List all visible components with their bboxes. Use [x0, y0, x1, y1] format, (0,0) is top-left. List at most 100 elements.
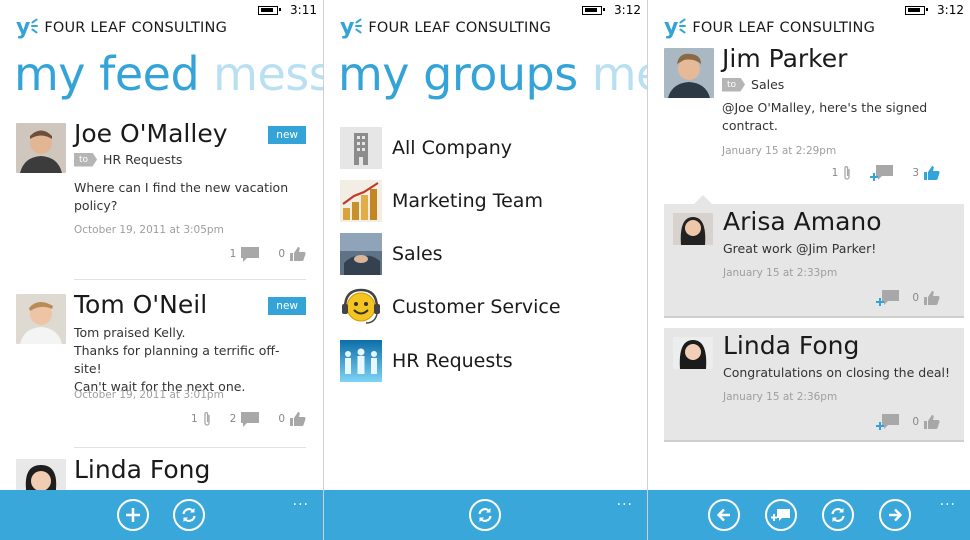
status-time: 3:12 — [937, 3, 964, 17]
add-icon — [126, 508, 140, 522]
battery-icon — [905, 5, 929, 15]
battery-icon — [582, 5, 606, 15]
more-menu-button[interactable]: ... — [940, 493, 956, 509]
reply-body: Great work @Jim Parker! — [723, 241, 877, 256]
reply-item[interactable]: Linda Fong Congratulations on closing th… — [664, 328, 964, 442]
post-actions: 1 2 0 — [179, 411, 306, 427]
group-item-all-company[interactable]: All Company — [340, 127, 512, 169]
post-timestamp: January 15 at 2:29pm — [722, 145, 837, 157]
feed-post[interactable]: Joe O'Malley new to HR Requests Where ca… — [16, 119, 306, 280]
add-button[interactable] — [117, 499, 149, 531]
thread-screen: 3:12 y FOUR LEAF CONSULTING Jim Parker t… — [648, 0, 970, 540]
reply-author[interactable]: Linda Fong — [723, 331, 859, 360]
attachment-button[interactable]: 1 — [191, 411, 212, 427]
post-author[interactable]: Joe O'Malley — [74, 119, 228, 148]
pivot-item-my-feed[interactable]: my feed — [14, 47, 200, 101]
yammer-logo-icon: y — [340, 17, 363, 39]
avatar[interactable] — [16, 123, 66, 173]
like-button[interactable]: 0 — [912, 414, 940, 430]
pivot-header: my groups me — [338, 46, 647, 102]
battery-icon — [258, 5, 282, 15]
avatar[interactable] — [16, 294, 66, 344]
refresh-button[interactable] — [173, 499, 205, 531]
group-item-marketing-team[interactable]: Marketing Team — [340, 180, 543, 222]
refresh-button[interactable] — [822, 499, 854, 531]
group-item-customer-service[interactable]: Customer Service — [340, 286, 561, 328]
paperclip-icon — [844, 166, 850, 180]
bar-chart-icon — [340, 180, 382, 222]
reply-item[interactable]: Arisa Amano Great work @Jim Parker! Janu… — [664, 195, 964, 318]
group-link[interactable]: Sales — [751, 77, 784, 92]
group-item-sales[interactable]: Sales — [340, 233, 443, 275]
post-timestamp: October 19, 2011 at 3:05pm — [74, 224, 224, 236]
reply-button[interactable] — [870, 164, 894, 182]
post-actions: 1 0 — [218, 246, 306, 262]
like-button[interactable]: 0 — [278, 246, 306, 262]
reply-timestamp: January 15 at 2:36pm — [723, 391, 838, 403]
group-link[interactable]: HR Requests — [103, 152, 182, 167]
reply-comment-icon — [876, 290, 900, 306]
reply-icon — [771, 509, 790, 521]
avatar[interactable] — [673, 337, 713, 369]
network-name: FOUR LEAF CONSULTING — [44, 20, 228, 36]
status-bar: 3:12 — [582, 3, 641, 17]
divider — [74, 279, 306, 280]
back-button[interactable] — [708, 499, 740, 531]
post-author[interactable]: Jim Parker — [722, 44, 847, 73]
pivot-item-my-groups[interactable]: my groups — [338, 47, 578, 101]
avatar[interactable] — [664, 48, 714, 98]
post-timestamp: October 19, 2011 at 3:01pm — [74, 389, 224, 401]
like-button[interactable]: 0 — [912, 290, 940, 306]
thumbs-up-icon — [290, 247, 306, 261]
avatar[interactable] — [673, 213, 713, 245]
refresh-icon — [182, 508, 196, 522]
yammer-logo-icon: y — [16, 17, 39, 39]
thumbs-up-icon — [290, 412, 306, 426]
more-menu-button[interactable]: ... — [293, 493, 309, 509]
back-icon — [716, 508, 730, 522]
like-button[interactable]: 3 — [912, 165, 940, 181]
post-author[interactable]: Tom O'Neil — [74, 290, 207, 319]
reply-actions: 0 — [864, 289, 940, 307]
paperclip-icon — [203, 412, 210, 426]
app-bar: ... — [0, 490, 323, 540]
post-recipient[interactable]: to HR Requests — [74, 152, 182, 167]
comment-icon — [241, 412, 260, 427]
reply-button[interactable] — [765, 499, 797, 531]
reply-actions: 0 — [864, 413, 940, 431]
reply-body: Congratulations on closing the deal! — [723, 365, 951, 380]
pivot-item-messages[interactable]: messa — [213, 47, 323, 101]
network-name: FOUR LEAF CONSULTING — [692, 20, 876, 36]
comment-button[interactable]: 2 — [230, 411, 261, 427]
refresh-button[interactable] — [469, 499, 501, 531]
app-header: y FOUR LEAF CONSULTING — [340, 17, 551, 39]
reply-button[interactable] — [876, 289, 900, 307]
app-bar: ... — [324, 490, 647, 540]
reply-button[interactable] — [876, 413, 900, 431]
status-bar: 3:12 — [905, 3, 964, 17]
pivot-item-members[interactable]: me — [592, 47, 647, 101]
refresh-icon — [831, 508, 845, 522]
forward-button[interactable] — [879, 499, 911, 531]
reply-author[interactable]: Arisa Amano — [723, 207, 882, 236]
post-recipient[interactable]: to Sales — [722, 77, 784, 92]
post-actions: 1 3 — [820, 164, 940, 182]
like-button[interactable]: 0 — [278, 411, 306, 427]
group-name: Sales — [392, 243, 443, 265]
network-name: FOUR LEAF CONSULTING — [368, 20, 552, 36]
people-silhouettes-icon — [340, 340, 382, 382]
building-icon — [340, 127, 382, 169]
post-author[interactable]: Linda Fong — [74, 455, 210, 484]
status-bar: 3:11 — [258, 3, 317, 17]
group-item-hr-requests[interactable]: HR Requests — [340, 340, 513, 382]
comment-button[interactable]: 1 — [230, 246, 261, 262]
feed-post[interactable]: Tom O'Neil new Tom praised Kelly. Thanks… — [16, 290, 306, 448]
group-name: All Company — [392, 137, 512, 159]
app-header: y FOUR LEAF CONSULTING — [664, 17, 875, 39]
more-menu-button[interactable]: ... — [617, 493, 633, 509]
new-badge: new — [268, 126, 306, 144]
groups-screen: 3:12 y FOUR LEAF CONSULTING my groupsme … — [324, 0, 647, 540]
attachment-button[interactable]: 1 — [832, 165, 853, 181]
status-time: 3:11 — [290, 3, 317, 17]
to-tag: to — [722, 77, 746, 92]
